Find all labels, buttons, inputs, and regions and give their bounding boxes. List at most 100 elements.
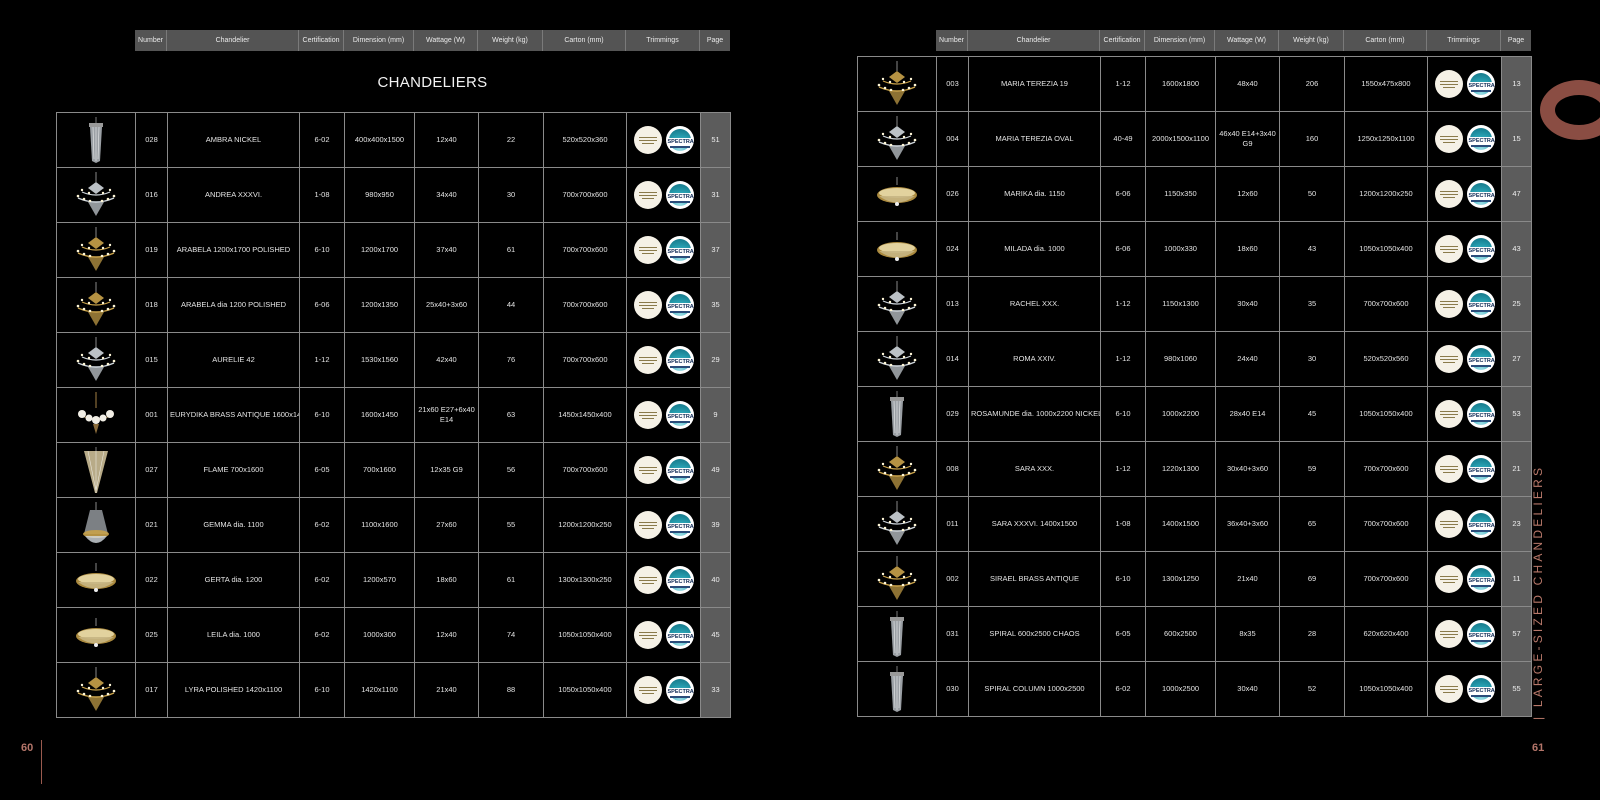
page-cell: 39 xyxy=(700,497,731,553)
page-cell: 21 xyxy=(1501,441,1532,497)
crystal-trimming-badge-icon xyxy=(1434,125,1463,153)
chandelier-name-cell: MILADA dia. 1000 xyxy=(968,221,1101,277)
chandelier-thumbnail xyxy=(56,497,136,553)
chandelier-header: Chandelier xyxy=(167,30,299,51)
wattage-cell: 18x60 xyxy=(414,552,479,608)
page-header: Page xyxy=(706,37,724,44)
table-row: 001 EURYDIKA BRASS ANTIQUE 1600x1450 6-10 1… xyxy=(56,387,731,443)
certification-cell: 1-12 xyxy=(1100,276,1146,332)
crystal-trimming-badge-icon xyxy=(1434,565,1463,593)
chandelier-thumbnail xyxy=(857,276,937,332)
wattage-cell: 30x40+3x60 xyxy=(1215,441,1280,497)
crystal-trimming-badge-icon xyxy=(633,676,662,704)
carton-cell: 1450x1450x400 xyxy=(543,387,627,443)
weight-cell: 88 xyxy=(478,662,544,718)
weight-cell: 160 xyxy=(1279,111,1345,167)
carton-cell: 700x700x600 xyxy=(1344,441,1428,497)
crystal-trimming-badge-icon xyxy=(1434,620,1463,648)
number-cell: 004 xyxy=(936,111,969,167)
page-cell: 51 xyxy=(700,112,731,168)
page-cell: 33 xyxy=(700,662,731,718)
table-row: 017 LYRA POLISHED 1420x1100 6-10 1420x1100 2… xyxy=(56,662,731,718)
weight-cell: 63 xyxy=(478,387,544,443)
certification-cell: 6-10 xyxy=(299,387,345,443)
trimmings-cell: SPECTRA xyxy=(1427,551,1502,607)
wattage-cell: 12x35 G9 xyxy=(414,442,479,498)
page-header: Page xyxy=(1507,37,1525,44)
certification-cell: 6-02 xyxy=(299,112,345,168)
dimension-cell: 1100x1600 xyxy=(344,497,415,553)
chandelier-name-cell: SPIRAL COLUMN 1000x2500 xyxy=(968,661,1101,717)
chandelier-name-cell: MARIA TEREZIA OVAL xyxy=(968,111,1101,167)
crystal-trimming-badge-icon xyxy=(1434,510,1463,538)
dimension-cell: 400x400x1500 xyxy=(344,112,415,168)
wattage-cell: 30x40 xyxy=(1215,276,1280,332)
dimension-cell: 1200x1350 xyxy=(344,277,415,333)
carton-cell: 700x700x600 xyxy=(1344,276,1428,332)
right-page: Number Chandelier Certification Dimension (… xyxy=(800,0,1600,800)
crystal-trimming-badge-icon xyxy=(1434,235,1463,263)
wattage-cell: 48x40 xyxy=(1215,56,1280,112)
weight-cell: 76 xyxy=(478,332,544,388)
chandelier-name-cell: SIRAEL BRASS ANTIQUE xyxy=(968,551,1101,607)
spectra-badge-icon: SPECTRA xyxy=(1466,620,1495,648)
trimmings-cell: SPECTRA xyxy=(1427,111,1502,167)
weight-cell: 65 xyxy=(1279,496,1345,552)
spectra-badge-icon: SPECTRA xyxy=(1466,565,1495,593)
page-cell: 25 xyxy=(1501,276,1532,332)
wattage-cell: 25x40+3x60 xyxy=(414,277,479,333)
trimmings-cell: SPECTRA xyxy=(1427,56,1502,112)
carton-cell: 1300x1300x250 xyxy=(543,552,627,608)
page-cell: 31 xyxy=(700,167,731,223)
table-row: 024 MILADA dia. 1000 6-06 1000x330 18x60 43 10… xyxy=(857,221,1532,277)
spectra-badge-icon: SPECTRA xyxy=(1466,455,1495,483)
dimension-cell: 1200x570 xyxy=(344,552,415,608)
dimension-cell: 1000x330 xyxy=(1145,221,1216,277)
page-number-divider xyxy=(41,740,42,784)
chandelier-name-cell: SARA XXX. xyxy=(968,441,1101,497)
number-cell: 002 xyxy=(936,551,969,607)
chandelier-thumbnail xyxy=(857,496,937,552)
carton-cell: 520x520x560 xyxy=(1344,331,1428,387)
crystal-trimming-badge-icon xyxy=(1434,455,1463,483)
certification-cell: 1-08 xyxy=(1100,496,1146,552)
certification-cell: 1-12 xyxy=(1100,56,1146,112)
spectra-badge-icon: SPECTRA xyxy=(665,456,694,484)
crystal-trimming-badge-icon xyxy=(1434,70,1463,98)
trimmings-cell: SPECTRA xyxy=(1427,496,1502,552)
wattage-cell: 36x40+3x60 xyxy=(1215,496,1280,552)
crystal-trimming-badge-icon xyxy=(633,346,662,374)
table-row: 016 ANDREA XXXVI. 1-08 980x950 34x40 30 700x70… xyxy=(56,167,731,223)
trimmings-cell: SPECTRA xyxy=(626,222,701,278)
number-cell: 017 xyxy=(135,662,168,718)
spectra-badge-icon: SPECTRA xyxy=(1466,345,1495,373)
carton-cell: 1050x1050x400 xyxy=(1344,661,1428,717)
crystal-trimming-badge-icon xyxy=(633,621,662,649)
dimension-cell: 2000x1500x1100 xyxy=(1145,111,1216,167)
spectra-badge-icon: SPECTRA xyxy=(665,566,694,594)
certification-cell: 6-10 xyxy=(1100,551,1146,607)
carton-cell: 1200x1200x250 xyxy=(543,497,627,553)
wattage-cell: 37x40 xyxy=(414,222,479,278)
table-row: 008 SARA XXX. 1-12 1220x1300 30x40+3x60 59 700… xyxy=(857,441,1532,497)
spectra-badge-icon: SPECTRA xyxy=(665,401,694,429)
number-header: Number xyxy=(135,30,167,51)
weight-cell: 44 xyxy=(478,277,544,333)
trimmings-cell: SPECTRA xyxy=(626,497,701,553)
chandelier-name-cell: FLAME 700x1600 xyxy=(167,442,300,498)
wattage-header: Wattage (W) xyxy=(1215,30,1279,51)
table-row: 018 ARABELA dia 1200 POLISHED 6-06 1200x135… xyxy=(56,277,731,333)
chandelier-name-cell: SARA XXXVI. 1400x1500 xyxy=(968,496,1101,552)
certification-header: Certification xyxy=(299,30,344,51)
section-title: CHANDELIERS xyxy=(377,74,488,91)
certification-cell: 6-10 xyxy=(299,662,345,718)
dimension-cell: 1400x1500 xyxy=(1145,496,1216,552)
dimension-cell: 1000x2500 xyxy=(1145,661,1216,717)
crystal-trimming-badge-icon xyxy=(633,291,662,319)
chandelier-thumbnail xyxy=(857,331,937,387)
certification-cell: 6-02 xyxy=(299,607,345,663)
carton-cell: 700x700x600 xyxy=(543,332,627,388)
spectra-badge-icon: SPECTRA xyxy=(665,511,694,539)
wattage-cell: 12x40 xyxy=(414,607,479,663)
spectra-badge-icon: SPECTRA xyxy=(1466,125,1495,153)
